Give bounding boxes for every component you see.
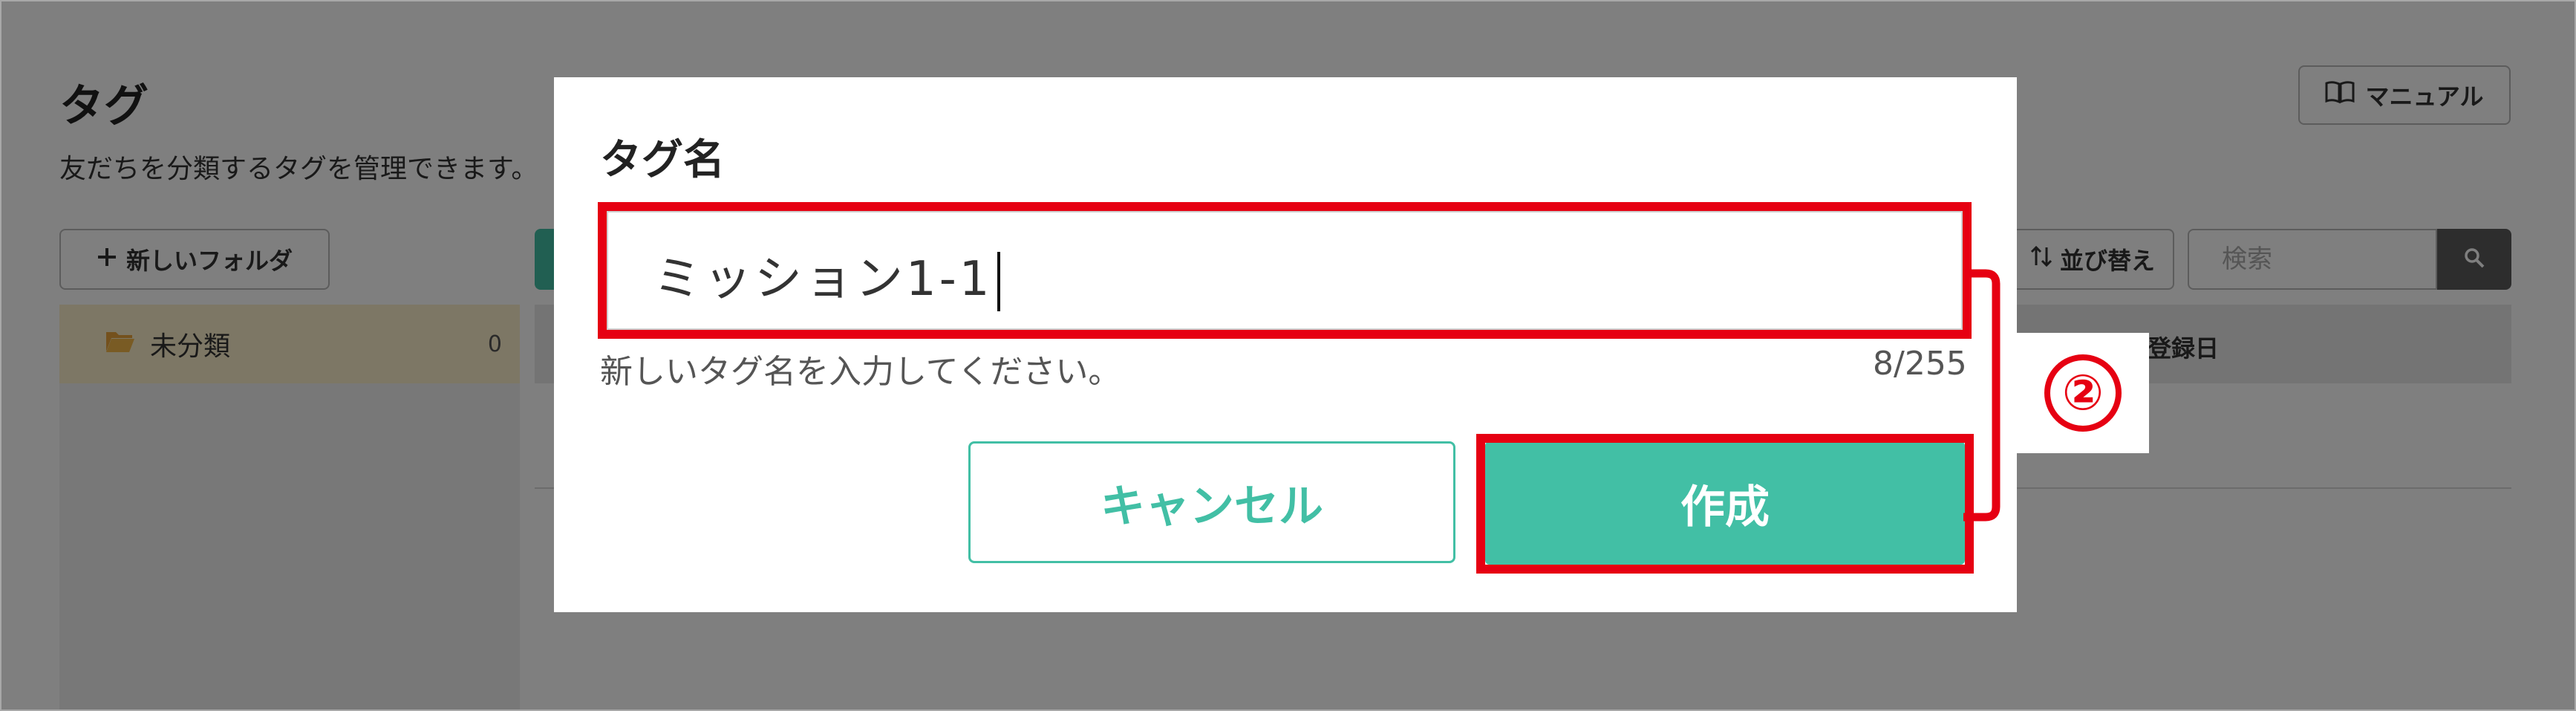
step-marker: ② (2017, 333, 2149, 453)
modal-title: タグ名 (600, 136, 725, 184)
character-counter: 8/255 (1873, 345, 1967, 383)
highlight-tag-name-input (598, 202, 1972, 339)
highlight-create-button (1476, 434, 1974, 574)
input-hint: 新しいタグ名を入力してください。 (600, 353, 1121, 391)
cancel-button[interactable]: キャンセル (968, 441, 1455, 563)
step-number: ② (2044, 354, 2122, 432)
annotation-bracket (1963, 269, 2001, 522)
app-frame: タグ 友だちを分類するタグを管理できます。 マニュアル 新しいフォルダ 未分類 … (0, 0, 2576, 711)
